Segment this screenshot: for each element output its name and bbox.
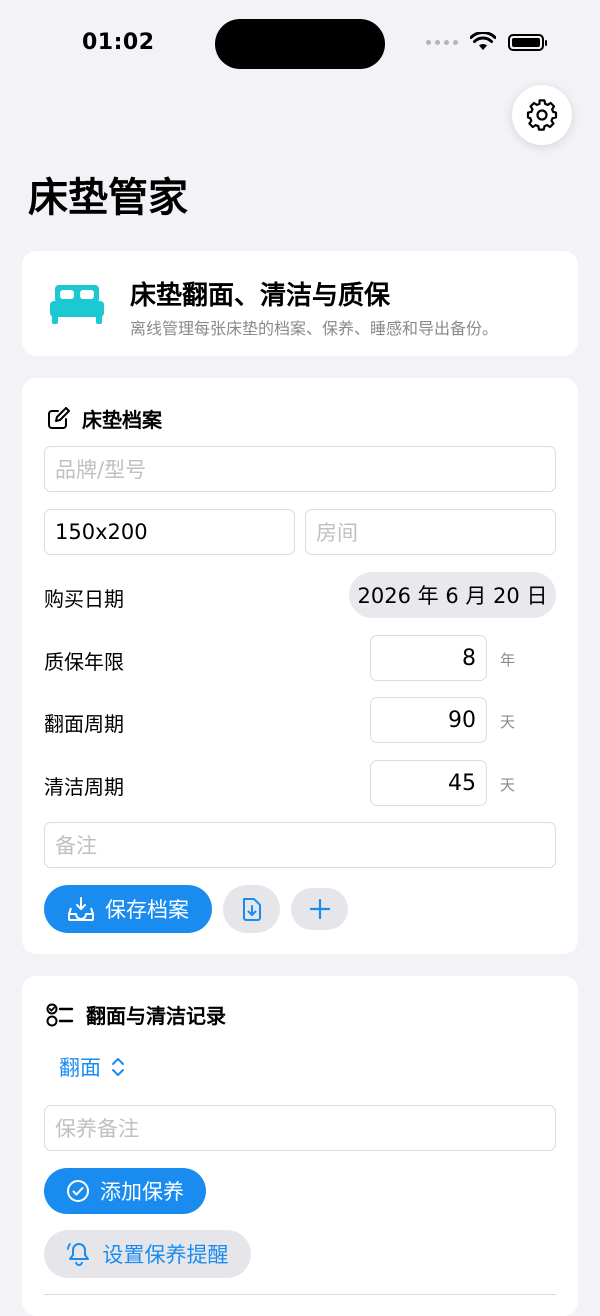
export-button[interactable] (223, 885, 280, 933)
warranty-label: 质保年限 (44, 650, 124, 674)
add-maintenance-label: 添加保养 (100, 1180, 184, 1204)
checklist-icon (46, 1003, 74, 1026)
save-profile-label: 保存档案 (105, 898, 189, 922)
notes-input[interactable]: 备注 (44, 822, 556, 868)
room-input[interactable]: 房间 (305, 509, 556, 555)
set-reminder-label: 设置保养提醒 (102, 1243, 229, 1267)
clean-cycle-label: 清洁周期 (44, 775, 124, 799)
tray-download-icon (68, 897, 94, 921)
save-profile-button[interactable]: 保存档案 (44, 885, 212, 933)
signal-icon (426, 39, 458, 45)
gear-icon (526, 99, 558, 131)
size-input[interactable]: 150x200 (44, 509, 295, 555)
wifi-icon (470, 32, 496, 50)
flip-cycle-input[interactable]: 90 (370, 697, 487, 743)
checkmark-circle-icon (67, 1180, 89, 1202)
records-section-title: 翻面与清洁记录 (86, 1004, 226, 1028)
record-type-picker[interactable]: 翻面 (59, 1052, 125, 1082)
clean-cycle-input[interactable]: 45 (370, 760, 487, 806)
purchase-date-label: 购买日期 (44, 587, 124, 611)
plus-icon (309, 899, 330, 919)
battery-icon (508, 33, 547, 51)
edit-icon (48, 406, 70, 429)
status-icons (426, 32, 547, 52)
mattress-profile-card: 床垫档案 品牌/型号 150x200 房间 购买日期 2026 年 6 月 20… (22, 378, 578, 954)
maintenance-records-card: 翻面与清洁记录 翻面 保养备注 添加保养 设置保养提醒 (22, 976, 578, 1316)
dynamic-island (215, 19, 385, 69)
flip-cycle-label: 翻面周期 (44, 712, 124, 736)
intro-card: 床垫翻面、清洁与质保 离线管理每张床垫的档案、保养、睡感和导出备份。 (22, 251, 578, 356)
bell-icon (66, 1243, 89, 1266)
document-download-icon (242, 898, 261, 921)
chevron-updown-icon (112, 1058, 124, 1076)
bed-icon (50, 285, 104, 324)
warranty-unit: 年 (500, 651, 516, 669)
page-title: 床垫管家 (28, 175, 188, 221)
set-reminder-button[interactable]: 设置保养提醒 (44, 1230, 251, 1278)
flip-cycle-unit: 天 (500, 713, 516, 731)
add-mattress-button[interactable] (291, 888, 348, 930)
records-section-header: 翻面与清洁记录 (46, 1000, 226, 1029)
intro-title: 床垫翻面、清洁与质保 (130, 281, 391, 311)
settings-button[interactable] (512, 85, 572, 145)
purchase-date-picker[interactable]: 2026 年 6 月 20 日 (349, 572, 556, 618)
warranty-years-input[interactable]: 8 (370, 635, 487, 681)
brand-model-input[interactable]: 品牌/型号 (44, 446, 556, 492)
clean-cycle-unit: 天 (500, 776, 516, 794)
divider (44, 1294, 556, 1295)
add-maintenance-button[interactable]: 添加保养 (44, 1168, 206, 1214)
profile-section-header: 床垫档案 (46, 404, 162, 433)
profile-section-title: 床垫档案 (82, 408, 162, 432)
maintenance-note-input[interactable]: 保养备注 (44, 1105, 556, 1151)
record-type-value: 翻面 (59, 1056, 101, 1080)
status-time: 01:02 (82, 30, 155, 55)
intro-subtitle: 离线管理每张床垫的档案、保养、睡感和导出备份。 (130, 319, 499, 338)
